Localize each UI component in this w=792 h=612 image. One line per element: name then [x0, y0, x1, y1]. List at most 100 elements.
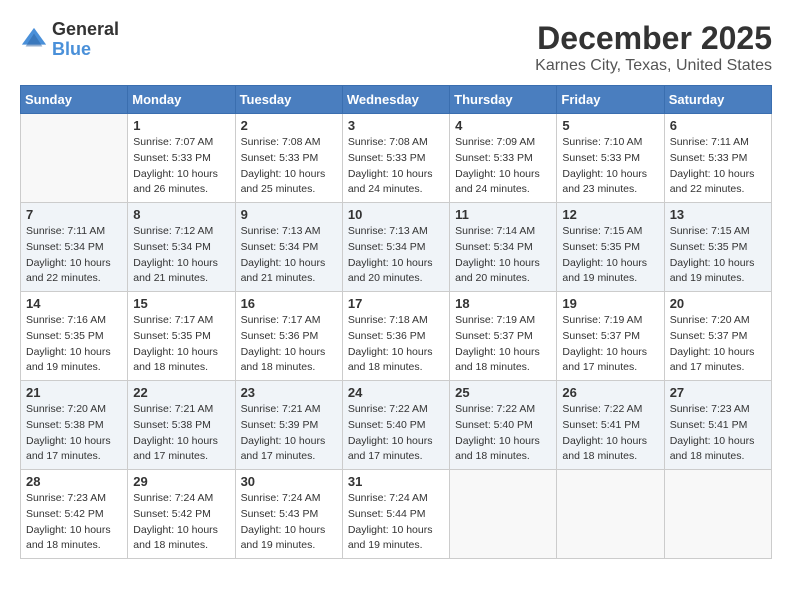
day-info: Sunrise: 7:21 AMSunset: 5:38 PMDaylight:… — [133, 402, 229, 465]
day-info: Sunrise: 7:21 AMSunset: 5:39 PMDaylight:… — [241, 402, 337, 465]
calendar-cell: 13Sunrise: 7:15 AMSunset: 5:35 PMDayligh… — [664, 203, 771, 292]
day-info: Sunrise: 7:15 AMSunset: 5:35 PMDaylight:… — [670, 224, 766, 287]
day-info: Sunrise: 7:11 AMSunset: 5:34 PMDaylight:… — [26, 224, 122, 287]
day-number: 3 — [348, 118, 444, 133]
day-number: 19 — [562, 296, 658, 311]
day-info: Sunrise: 7:12 AMSunset: 5:34 PMDaylight:… — [133, 224, 229, 287]
day-number: 7 — [26, 207, 122, 222]
day-info: Sunrise: 7:08 AMSunset: 5:33 PMDaylight:… — [241, 135, 337, 198]
day-info: Sunrise: 7:19 AMSunset: 5:37 PMDaylight:… — [562, 313, 658, 376]
day-info: Sunrise: 7:22 AMSunset: 5:40 PMDaylight:… — [348, 402, 444, 465]
calendar-title: December 2025 — [535, 20, 772, 57]
day-number: 1 — [133, 118, 229, 133]
calendar-cell: 12Sunrise: 7:15 AMSunset: 5:35 PMDayligh… — [557, 203, 664, 292]
day-info: Sunrise: 7:19 AMSunset: 5:37 PMDaylight:… — [455, 313, 551, 376]
day-number: 18 — [455, 296, 551, 311]
header: General Blue December 2025 Karnes City, … — [20, 20, 772, 75]
calendar-cell: 15 Sunrise: 7:17 AMSunset: 5:35 PMDayligh… — [128, 292, 235, 381]
day-number: 24 — [348, 385, 444, 400]
day-number: 21 — [26, 385, 122, 400]
day-info: Sunrise: 7:15 AMSunset: 5:35 PMDaylight:… — [562, 224, 658, 287]
day-number: 25 — [455, 385, 551, 400]
day-number: 22 — [133, 385, 229, 400]
day-number: 28 — [26, 474, 122, 489]
calendar-table: SundayMondayTuesdayWednesdayThursdayFrid… — [20, 85, 772, 559]
day-number: 27 — [670, 385, 766, 400]
title-area: December 2025 Karnes City, Texas, United… — [535, 20, 772, 75]
day-info: Sunrise: 7:09 AMSunset: 5:33 PMDaylight:… — [455, 135, 551, 198]
day-number: 6 — [670, 118, 766, 133]
calendar-cell: 18 Sunrise: 7:19 AMSunset: 5:37 PMDayligh… — [450, 292, 557, 381]
calendar-cell: 14 Sunrise: 7:16 AMSunset: 5:35 PMDayligh… — [21, 292, 128, 381]
calendar-cell: 10Sunrise: 7:13 AMSunset: 5:34 PMDayligh… — [342, 203, 449, 292]
day-number: 9 — [241, 207, 337, 222]
calendar-cell: 31Sunrise: 7:24 AMSunset: 5:44 PMDayligh… — [342, 470, 449, 559]
day-info: Sunrise: 7:20 AMSunset: 5:38 PMDaylight:… — [26, 402, 122, 465]
day-info: Sunrise: 7:18 AMSunset: 5:36 PMDaylight:… — [348, 313, 444, 376]
calendar-cell: 22 Sunrise: 7:21 AMSunset: 5:38 PMDayligh… — [128, 381, 235, 470]
calendar-cell: 5Sunrise: 7:10 AMSunset: 5:33 PMDaylight… — [557, 114, 664, 203]
calendar-cell: 11Sunrise: 7:14 AMSunset: 5:34 PMDayligh… — [450, 203, 557, 292]
day-info: Sunrise: 7:16 AMSunset: 5:35 PMDaylight:… — [26, 313, 122, 376]
day-number: 14 — [26, 296, 122, 311]
header-row: SundayMondayTuesdayWednesdayThursdayFrid… — [21, 86, 772, 114]
calendar-cell: 19 Sunrise: 7:19 AMSunset: 5:37 PMDayligh… — [557, 292, 664, 381]
day-info: Sunrise: 7:23 AMSunset: 5:41 PMDaylight:… — [670, 402, 766, 465]
day-info: Sunrise: 7:17 AMSunset: 5:35 PMDaylight:… — [133, 313, 229, 376]
day-number: 8 — [133, 207, 229, 222]
day-number: 15 — [133, 296, 229, 311]
calendar-cell: 20Sunrise: 7:20 AMSunset: 5:37 PMDayligh… — [664, 292, 771, 381]
day-info: Sunrise: 7:23 AMSunset: 5:42 PMDaylight:… — [26, 491, 122, 554]
day-info: Sunrise: 7:22 AMSunset: 5:41 PMDaylight:… — [562, 402, 658, 465]
day-number: 29 — [133, 474, 229, 489]
calendar-cell — [557, 470, 664, 559]
day-info: Sunrise: 7:11 AMSunset: 5:33 PMDaylight:… — [670, 135, 766, 198]
day-info: Sunrise: 7:08 AMSunset: 5:33 PMDaylight:… — [348, 135, 444, 198]
calendar-cell: 6 Sunrise: 7:11 AMSunset: 5:33 PMDaylight… — [664, 114, 771, 203]
calendar-cell: 9 Sunrise: 7:13 AMSunset: 5:34 PMDaylight… — [235, 203, 342, 292]
day-info: Sunrise: 7:24 AMSunset: 5:43 PMDaylight:… — [241, 491, 337, 554]
week-row-2: 7 Sunrise: 7:11 AMSunset: 5:34 PMDaylight… — [21, 203, 772, 292]
day-number: 30 — [241, 474, 337, 489]
calendar-cell: 1 Sunrise: 7:07 AMSunset: 5:33 PMDaylight… — [128, 114, 235, 203]
day-info: Sunrise: 7:10 AMSunset: 5:33 PMDaylight:… — [562, 135, 658, 198]
day-info: Sunrise: 7:20 AMSunset: 5:37 PMDaylight:… — [670, 313, 766, 376]
logo: General Blue — [20, 20, 119, 60]
week-row-3: 14 Sunrise: 7:16 AMSunset: 5:35 PMDayligh… — [21, 292, 772, 381]
calendar-cell: 28 Sunrise: 7:23 AMSunset: 5:42 PMDayligh… — [21, 470, 128, 559]
day-header-sunday: Sunday — [21, 86, 128, 114]
calendar-cell: 27 Sunrise: 7:23 AMSunset: 5:41 PMDayligh… — [664, 381, 771, 470]
day-info: Sunrise: 7:14 AMSunset: 5:34 PMDaylight:… — [455, 224, 551, 287]
day-number: 23 — [241, 385, 337, 400]
calendar-cell — [21, 114, 128, 203]
week-row-1: 1 Sunrise: 7:07 AMSunset: 5:33 PMDaylight… — [21, 114, 772, 203]
logo-blue: Blue — [52, 39, 91, 59]
calendar-cell: 2 Sunrise: 7:08 AMSunset: 5:33 PMDaylight… — [235, 114, 342, 203]
day-header-wednesday: Wednesday — [342, 86, 449, 114]
calendar-cell: 30 Sunrise: 7:24 AMSunset: 5:43 PMDayligh… — [235, 470, 342, 559]
day-number: 26 — [562, 385, 658, 400]
day-number: 4 — [455, 118, 551, 133]
calendar-subtitle: Karnes City, Texas, United States — [535, 57, 772, 75]
day-number: 10 — [348, 207, 444, 222]
calendar-cell — [450, 470, 557, 559]
calendar-cell: 4 Sunrise: 7:09 AMSunset: 5:33 PMDaylight… — [450, 114, 557, 203]
day-header-thursday: Thursday — [450, 86, 557, 114]
calendar-cell: 7 Sunrise: 7:11 AMSunset: 5:34 PMDaylight… — [21, 203, 128, 292]
logo-general: General — [52, 19, 119, 39]
calendar-cell: 26 Sunrise: 7:22 AMSunset: 5:41 PMDayligh… — [557, 381, 664, 470]
calendar-cell: 3 Sunrise: 7:08 AMSunset: 5:33 PMDaylight… — [342, 114, 449, 203]
day-info: Sunrise: 7:24 AMSunset: 5:42 PMDaylight:… — [133, 491, 229, 554]
week-row-5: 28 Sunrise: 7:23 AMSunset: 5:42 PMDayligh… — [21, 470, 772, 559]
logo-icon — [20, 26, 48, 54]
day-number: 2 — [241, 118, 337, 133]
day-info: Sunrise: 7:07 AMSunset: 5:33 PMDaylight:… — [133, 135, 229, 198]
calendar-cell: 25 Sunrise: 7:22 AMSunset: 5:40 PMDayligh… — [450, 381, 557, 470]
day-info: Sunrise: 7:22 AMSunset: 5:40 PMDaylight:… — [455, 402, 551, 465]
day-info: Sunrise: 7:13 AMSunset: 5:34 PMDaylight:… — [241, 224, 337, 287]
day-header-saturday: Saturday — [664, 86, 771, 114]
calendar-cell: 16Sunrise: 7:17 AMSunset: 5:36 PMDayligh… — [235, 292, 342, 381]
day-header-monday: Monday — [128, 86, 235, 114]
day-info: Sunrise: 7:24 AMSunset: 5:44 PMDaylight:… — [348, 491, 444, 554]
day-header-friday: Friday — [557, 86, 664, 114]
